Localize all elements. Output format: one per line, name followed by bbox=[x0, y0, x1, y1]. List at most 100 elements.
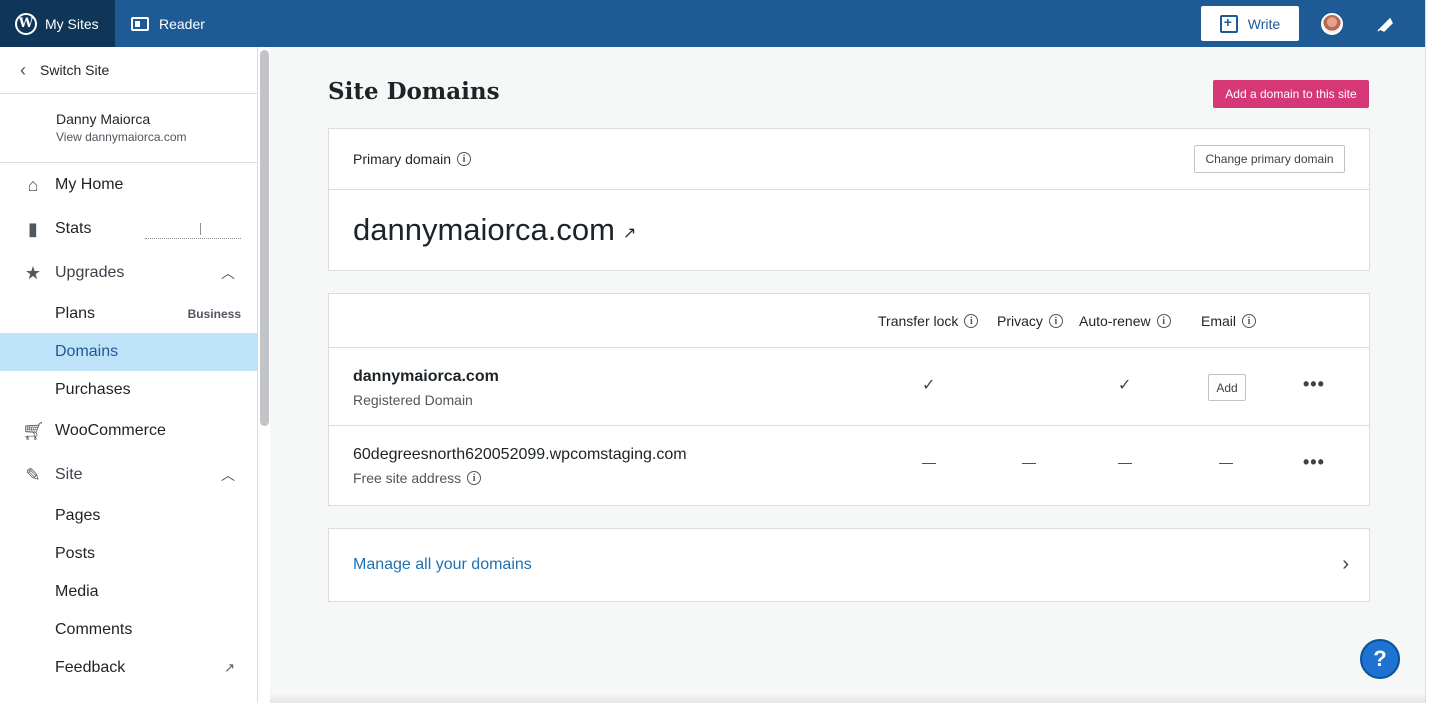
sidebar: ‹ Switch Site Danny Maiorca View dannyma… bbox=[0, 47, 258, 703]
sidebar-scrollbar[interactable] bbox=[260, 50, 269, 426]
table-row[interactable]: dannymaiorca.com Registered Domain ✓ ✓ A… bbox=[329, 348, 1369, 426]
bottom-shadow bbox=[270, 693, 1425, 703]
sidebar-item-label: My Home bbox=[55, 176, 124, 193]
sidebar-item-label: Pages bbox=[55, 507, 101, 524]
more-options-icon[interactable]: ••• bbox=[1303, 374, 1325, 395]
column-label: Privacy bbox=[997, 313, 1043, 329]
chevron-up-icon: ︿ bbox=[221, 265, 235, 281]
sidebar-item-posts[interactable]: Posts bbox=[0, 535, 257, 573]
my-sites-label: My Sites bbox=[45, 15, 99, 32]
auto-renew-check-icon: ✓ bbox=[1118, 377, 1132, 394]
domains-table: Transfer lock i Privacy i Auto-renew i E… bbox=[328, 293, 1370, 506]
sidebar-section-upgrades[interactable]: ★ Upgrades ︿ bbox=[0, 251, 257, 295]
sidebar-item-plans[interactable]: Plans Business bbox=[0, 295, 257, 333]
sidebar-item-purchases[interactable]: Purchases bbox=[0, 371, 257, 409]
site-url-link[interactable]: View dannymaiorca.com bbox=[56, 130, 257, 144]
chevron-left-icon: ‹ bbox=[20, 59, 26, 80]
domains-table-header: Transfer lock i Privacy i Auto-renew i E… bbox=[329, 294, 1369, 348]
column-auto-renew: Auto-renew i bbox=[1079, 313, 1171, 329]
sidebar-item-label: Upgrades bbox=[55, 264, 125, 281]
change-primary-domain-button[interactable]: Change primary domain bbox=[1194, 145, 1345, 173]
sidebar-item-label: Site bbox=[55, 466, 83, 483]
plan-badge: Business bbox=[187, 307, 241, 321]
sidebar-item-label: Feedback bbox=[55, 659, 126, 676]
switch-site-button[interactable]: ‹ Switch Site bbox=[0, 47, 257, 94]
my-sites-button[interactable]: W My Sites bbox=[0, 0, 115, 47]
site-name: Danny Maiorca bbox=[56, 111, 151, 127]
stats-bar-icon: ▮ bbox=[28, 218, 38, 239]
add-domain-button[interactable]: Add a domain to this site bbox=[1213, 80, 1369, 108]
sidebar-item-comments[interactable]: Comments bbox=[0, 611, 257, 649]
sidebar-item-label: Purchases bbox=[55, 381, 131, 398]
manage-domains-link[interactable]: Manage all your domains bbox=[353, 556, 532, 574]
primary-domain-header: Primary domain i Change primary domain bbox=[329, 129, 1369, 190]
transfer-lock-check-icon: ✓ bbox=[922, 377, 936, 394]
chevron-right-icon: › bbox=[1342, 553, 1349, 575]
info-icon[interactable]: i bbox=[1156, 314, 1171, 328]
pencil-icon: ✎ bbox=[25, 464, 41, 485]
bell-icon-svg bbox=[1377, 17, 1393, 32]
reader-icon bbox=[131, 16, 149, 31]
masterbar: W My Sites Reader Write bbox=[0, 0, 1425, 47]
sidebar-section-site[interactable]: ✎ Site ︿ bbox=[0, 453, 257, 497]
wordpress-logo-icon: W bbox=[15, 12, 37, 35]
auto-renew-dash: — bbox=[1118, 454, 1132, 470]
window-edge bbox=[1425, 0, 1440, 703]
domain-type-wrapper: Free site address i bbox=[353, 470, 482, 486]
column-label: Auto-renew bbox=[1079, 313, 1151, 329]
privacy-dash: — bbox=[1022, 454, 1036, 470]
sidebar-item-stats[interactable]: ▮ Stats bbox=[0, 207, 257, 251]
primary-domain-label: Primary domain bbox=[353, 151, 452, 167]
external-link-icon: ↗ bbox=[224, 660, 235, 675]
switch-site-label: Switch Site bbox=[40, 62, 110, 78]
info-icon[interactable]: i bbox=[964, 314, 979, 328]
primary-domain-link[interactable]: dannymaiorca.com ↗ bbox=[329, 190, 1369, 248]
info-icon[interactable]: i bbox=[467, 471, 482, 485]
more-options-icon[interactable]: ••• bbox=[1303, 452, 1325, 473]
email-dash: — bbox=[1219, 454, 1233, 470]
site-card[interactable]: Danny Maiorca View dannymaiorca.com bbox=[0, 94, 257, 163]
star-icon: ★ bbox=[24, 262, 42, 283]
info-icon[interactable]: i bbox=[1242, 314, 1257, 328]
domain-type: Registered Domain bbox=[353, 392, 473, 408]
add-email-button[interactable]: Add bbox=[1208, 374, 1246, 401]
column-privacy: Privacy i bbox=[997, 313, 1063, 329]
sidebar-item-label: Stats bbox=[55, 220, 92, 237]
write-icon bbox=[1219, 14, 1238, 33]
column-label: Email bbox=[1201, 313, 1237, 329]
info-icon[interactable]: i bbox=[457, 152, 472, 166]
sidebar-item-label: WooCommerce bbox=[55, 422, 166, 439]
info-icon[interactable]: i bbox=[1048, 314, 1063, 328]
page-title: Site Domains bbox=[328, 78, 500, 105]
domain-name: dannymaiorca.com bbox=[353, 368, 499, 385]
reader-label: Reader bbox=[159, 15, 205, 32]
sidebar-item-feedback[interactable]: Feedback ↗ bbox=[0, 649, 257, 687]
sidebar-item-domains[interactable]: Domains bbox=[0, 333, 257, 371]
external-link-icon: ↗ bbox=[622, 225, 637, 242]
help-button[interactable]: ? bbox=[1360, 639, 1400, 679]
domain-type: Free site address bbox=[353, 470, 462, 486]
table-row[interactable]: 60degreesnorth620052099.wpcomstaging.com… bbox=[329, 426, 1369, 504]
sidebar-item-pages[interactable]: Pages bbox=[0, 497, 257, 535]
transfer-lock-dash: — bbox=[922, 454, 936, 470]
sidebar-item-woocommerce[interactable]: 🛒︎ WooCommerce bbox=[0, 409, 257, 453]
domain-name: 60degreesnorth620052099.wpcomstaging.com bbox=[353, 446, 687, 463]
reader-button[interactable]: Reader bbox=[115, 0, 221, 47]
write-button[interactable]: Write bbox=[1201, 6, 1299, 41]
main-content: Site Domains Add a domain to this site P… bbox=[270, 47, 1425, 703]
write-label: Write bbox=[1247, 15, 1281, 32]
home-icon: ⌂ bbox=[27, 174, 39, 195]
chevron-up-icon: ︿ bbox=[221, 467, 235, 483]
notifications-bell-icon[interactable] bbox=[1375, 14, 1395, 34]
sidebar-item-label: Media bbox=[55, 583, 99, 600]
cart-icon: 🛒︎ bbox=[22, 420, 45, 441]
stats-sparkline bbox=[145, 223, 241, 239]
avatar[interactable] bbox=[1321, 12, 1343, 35]
sidebar-item-media[interactable]: Media bbox=[0, 573, 257, 611]
primary-domain-value: dannymaiorca.com bbox=[353, 212, 615, 247]
primary-domain-card: Primary domain i Change primary domain d… bbox=[328, 128, 1370, 271]
sidebar-item-label: Plans bbox=[55, 305, 96, 322]
manage-domains-card[interactable]: Manage all your domains › bbox=[328, 528, 1370, 602]
column-email: Email i bbox=[1201, 313, 1257, 329]
sidebar-item-my-home[interactable]: ⌂ My Home bbox=[0, 163, 257, 207]
